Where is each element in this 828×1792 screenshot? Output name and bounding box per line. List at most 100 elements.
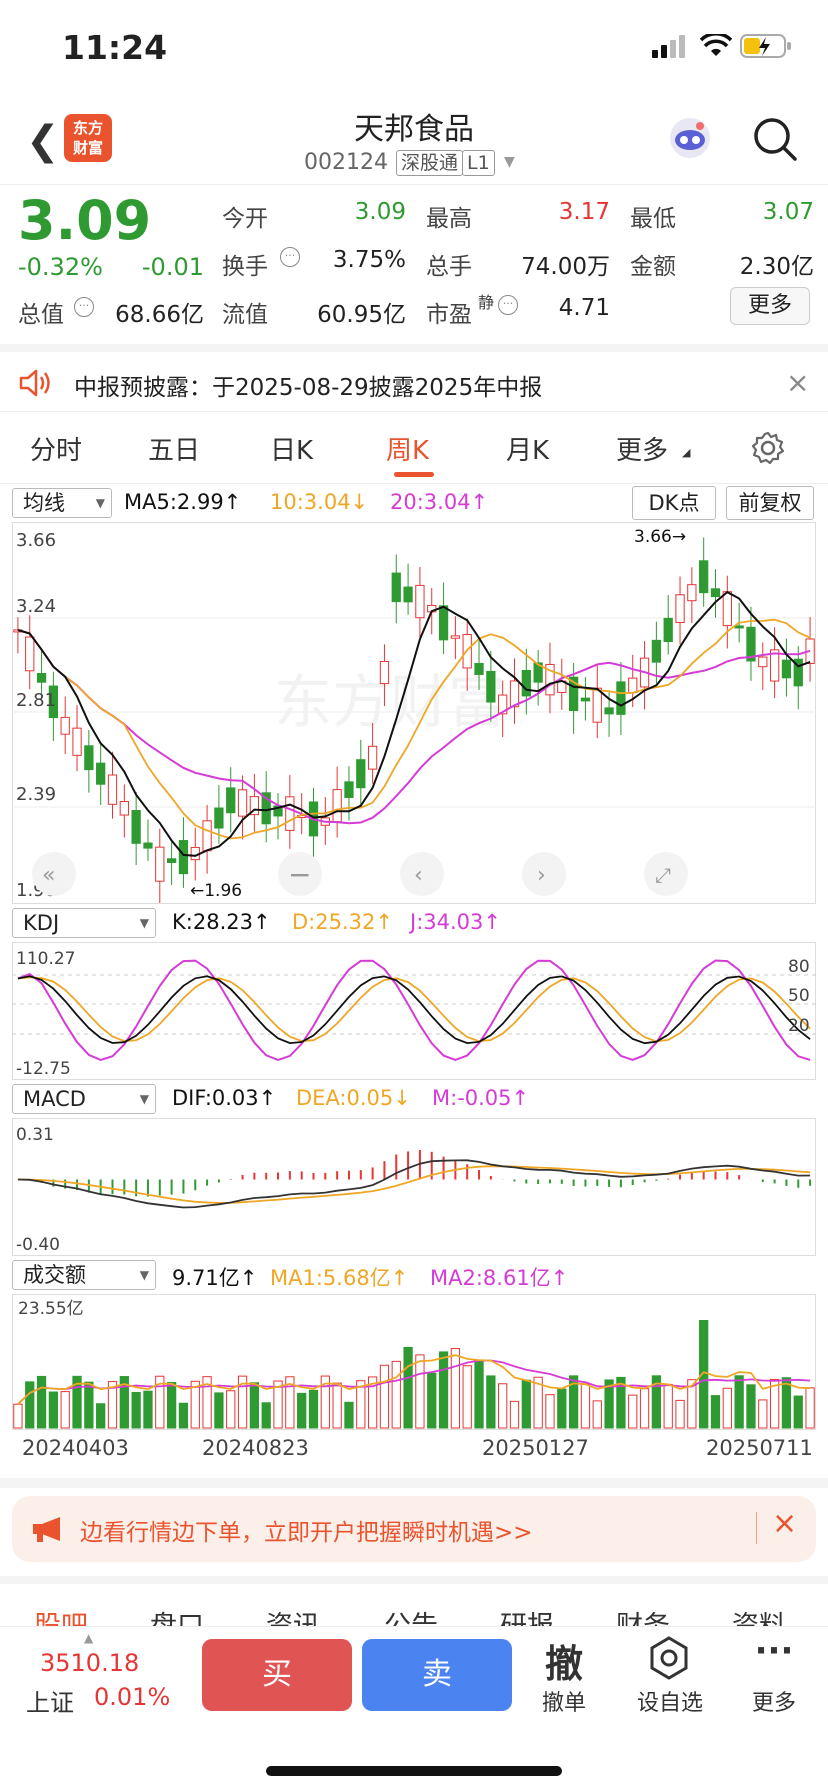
promo-banner[interactable]: 边看行情边下单，立即开户把握瞬时机遇>> ×	[12, 1496, 816, 1562]
volume-bar	[580, 1383, 591, 1429]
volume-bar	[249, 1382, 260, 1429]
volume-ma1: MA1:5.68亿↑	[270, 1266, 409, 1290]
cancel-order-label[interactable]: 撤单	[524, 1685, 604, 1717]
candle-body	[734, 625, 744, 629]
volume-axis-top: 23.55亿	[18, 1299, 84, 1319]
tab-daily-k[interactable]: 日K	[270, 430, 313, 467]
kdj-selector[interactable]: KDJ ▼	[12, 908, 156, 938]
more-dots-icon[interactable]: ···	[734, 1631, 814, 1671]
sell-button[interactable]: 卖	[362, 1639, 512, 1711]
more-quote-button[interactable]: 更多	[730, 287, 810, 325]
status-bar: 11:24	[0, 0, 828, 96]
candle-body	[509, 680, 520, 708]
info-icon[interactable]: ···	[74, 297, 94, 317]
change-amount: -0.01	[141, 253, 204, 281]
market-tag: 深股通	[396, 150, 464, 176]
volume-bar	[96, 1403, 106, 1429]
candle-body	[237, 789, 248, 817]
ma-legend-row: 均线 ▼ MA5:2.99↑ 10:3.04↓ 20:3.04↑ DK点 前复权	[0, 486, 828, 522]
tab-monthly-k[interactable]: 月K	[506, 430, 549, 467]
megaphone-icon	[33, 1517, 60, 1542]
divider	[756, 1512, 757, 1544]
candle-body	[84, 745, 94, 771]
high-value: 3.17	[558, 199, 610, 225]
candle-body	[781, 659, 792, 679]
candle-body	[143, 842, 153, 849]
add-watchlist-icon[interactable]	[646, 1635, 692, 1681]
buy-button[interactable]: 买	[202, 1639, 352, 1711]
stock-header: ❮ 东方 财富 天邦食品 002124 深股通 L1 ▼	[0, 96, 828, 184]
volume-bar	[450, 1348, 461, 1429]
candle-body	[131, 810, 141, 844]
turnover-value: 3.75%	[332, 247, 406, 273]
tab-intraday[interactable]: 分时	[30, 430, 82, 467]
candle-body	[214, 807, 224, 829]
dk-point-button[interactable]: DK点	[632, 486, 716, 520]
volume-value: 9.71亿↑	[172, 1266, 258, 1290]
candle-body	[379, 660, 390, 685]
turnover-label: 换手	[222, 254, 268, 280]
index-name[interactable]: 上证	[26, 1683, 74, 1718]
level-tag: L1	[462, 150, 495, 176]
volume-bar	[758, 1399, 768, 1429]
settings-gear-icon[interactable]	[750, 430, 786, 466]
volume-selector[interactable]: 成交额 ▼	[12, 1260, 156, 1290]
tab-more[interactable]: 更多	[616, 430, 668, 467]
candle-body	[758, 656, 768, 668]
candle-body	[628, 677, 638, 694]
status-time: 11:24	[62, 28, 168, 67]
kdj-level-50: 50	[788, 986, 810, 1006]
volume-bar	[391, 1360, 401, 1429]
y-axis-4: 2.39	[16, 784, 56, 805]
candle-body	[107, 774, 118, 805]
macd-selector[interactable]: MACD ▼	[12, 1084, 156, 1114]
volume-bar	[498, 1383, 508, 1429]
candle-body	[36, 673, 47, 683]
candle-body	[486, 670, 496, 703]
date-label: 20250127	[482, 1436, 589, 1460]
pe-label: 市盈	[426, 302, 472, 328]
close-icon[interactable]: ×	[772, 1506, 797, 1541]
notice-bar[interactable]: 中报预披露：于2025-08-29披露2025年中报 ×	[0, 344, 828, 412]
kline-chart[interactable]: 东方财富 3.66 3.24 2.81 2.39 1.96 3.66→ ←1.9…	[12, 522, 816, 904]
candle-body	[604, 707, 614, 715]
date-label: 20240403	[22, 1436, 129, 1460]
tab-weekly-k[interactable]: 周K	[386, 430, 429, 467]
volume-bar	[592, 1400, 602, 1429]
amount-value: 2.30亿	[739, 254, 814, 280]
assistant-robot-icon[interactable]	[666, 114, 714, 162]
volume-bar	[332, 1382, 342, 1429]
ma5-value: MA5:2.99↑	[124, 490, 242, 514]
ma10-value: 10:3.04↓	[270, 490, 369, 514]
adjust-button[interactable]: 前复权	[726, 486, 814, 520]
close-icon[interactable]: ×	[786, 366, 809, 399]
pe-static-sup: 静	[478, 293, 495, 312]
info-icon[interactable]: ···	[498, 295, 518, 315]
chevron-down-icon[interactable]: ▼	[504, 154, 515, 170]
search-icon[interactable]	[752, 116, 798, 162]
macd-selector-label: MACD	[23, 1087, 86, 1111]
add-watchlist-label[interactable]: 设自选	[630, 1685, 710, 1717]
signal-icon	[652, 35, 685, 58]
candle-body	[710, 588, 721, 598]
volume-legend-row: 成交额 ▼ 9.71亿↑ MA1:5.68亿↑ MA2:8.61亿↑	[0, 1258, 828, 1294]
candle-body	[178, 840, 189, 875]
date-label: 20240823	[202, 1436, 309, 1460]
ma-selector[interactable]: 均线 ▼	[12, 488, 112, 518]
index-change-pct[interactable]: 0.01%	[94, 1683, 170, 1711]
volume-bar	[261, 1402, 271, 1429]
candle-body	[474, 663, 484, 675]
watermark: 东方财富	[274, 670, 506, 735]
more-label[interactable]: 更多	[734, 1685, 814, 1717]
macd-dea-value: DEA:0.05↓	[296, 1086, 411, 1110]
info-icon[interactable]: ···	[280, 247, 300, 267]
tab-five-day[interactable]: 五日	[148, 430, 200, 467]
index-value[interactable]: 3510.18	[40, 1649, 139, 1677]
volume-bar	[226, 1390, 236, 1429]
change-pct: -0.32%	[18, 253, 103, 281]
promo-text: 边看行情边下单，立即开户把握瞬时机遇>>	[80, 1520, 533, 1546]
chevron-right-icon: ›	[537, 863, 546, 888]
wifi-icon	[700, 34, 732, 56]
macd-dif-value: DIF:0.03↑	[172, 1086, 277, 1110]
cancel-order-icon[interactable]: 撤	[524, 1633, 604, 1688]
